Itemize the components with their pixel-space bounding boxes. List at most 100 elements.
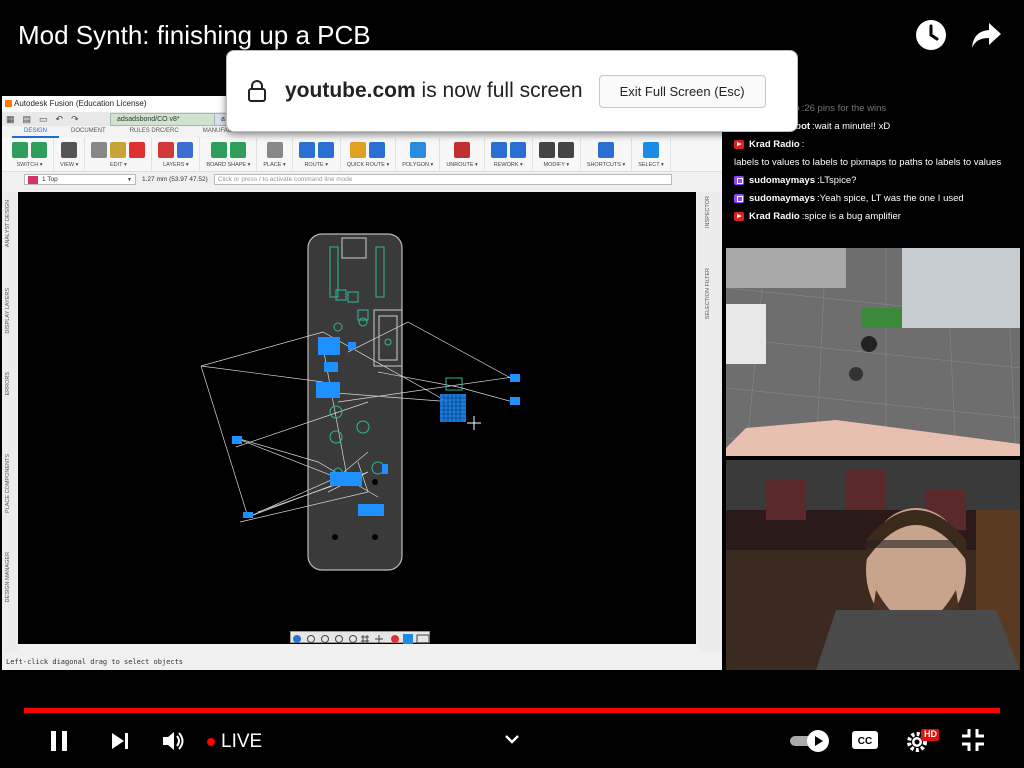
chat-author[interactable]: sudomaymays (749, 172, 815, 190)
volume-icon[interactable] (160, 728, 186, 754)
share-arrow-icon[interactable] (969, 18, 1003, 52)
streamer-camera-image (726, 460, 1020, 670)
toolbar-tool-icon[interactable] (158, 142, 175, 158)
grid-menu-icon[interactable]: ▦ (6, 114, 15, 125)
video-title[interactable]: Mod Synth: finishing up a PCB (18, 20, 371, 51)
quick-access-bar: ▦ ▤ ▭ ↶ ↷ (6, 114, 79, 125)
twitch-icon (734, 194, 744, 203)
toolbar-tool-icon[interactable] (369, 142, 386, 158)
toolbar-group[interactable]: MODIFY ▾ (533, 138, 581, 172)
toolbar-tool-icon[interactable] (598, 142, 614, 158)
chat-text: 26 pins for the wins (804, 103, 887, 114)
toolbar-tool-icon[interactable] (317, 142, 334, 158)
toolbar-tool-icon[interactable] (31, 142, 47, 158)
toolbar-tool-icon[interactable] (177, 142, 194, 158)
fullscreen-site: youtube.com (285, 79, 416, 102)
layer-selector[interactable]: 1 Top ▼ (24, 174, 136, 185)
autoplay-toggle-icon[interactable] (788, 728, 832, 754)
doc-tab-active[interactable]: adsadsbond/CO v8* (110, 113, 220, 126)
save-icon[interactable]: ▭ (39, 114, 48, 125)
toolbar-group[interactable]: POLYGON ▾ (396, 138, 441, 172)
view-controls-bar[interactable] (290, 631, 430, 644)
chat-text: Yeah spice, LT was the one I used (819, 193, 964, 204)
command-line-input[interactable]: Click or press / to activate command lin… (213, 174, 672, 185)
file-icon[interactable]: ▤ (23, 114, 32, 125)
toolbar-group[interactable]: EDIT ▾ (85, 138, 153, 172)
toolbar-tool-icon[interactable] (298, 142, 315, 158)
toolbar-group[interactable]: UNROUTE ▾ (440, 138, 485, 172)
progress-bar[interactable] (24, 708, 1000, 713)
toolbar-group[interactable]: SHORTCUTS ▾ (581, 138, 633, 172)
fullscreen-text: is now full screen (421, 79, 583, 102)
toolbar-tool-icon[interactable] (266, 142, 283, 158)
chat-author[interactable]: sudomaymays (749, 190, 815, 208)
toolbar-group-icons (12, 140, 47, 160)
undo-icon[interactable]: ↶ (56, 114, 64, 125)
captions-icon[interactable]: CC (851, 729, 879, 751)
toolbar-group[interactable]: QUICK ROUTE ▾ (341, 138, 397, 172)
toolbar-group[interactable]: PLACE ▾ (257, 138, 293, 172)
toolbar-group[interactable]: SWITCH ▾ (6, 138, 54, 172)
panel-errors[interactable]: ERRORS (5, 372, 11, 396)
next-icon[interactable] (108, 729, 132, 753)
streamer-camera-feed (726, 460, 1020, 670)
toolbar-tool-icon[interactable] (229, 142, 246, 158)
left-panel-rail: ANALYST DESIGN DISPLAY LAYERS ERRORS PLA… (2, 192, 18, 652)
chat-message: Krad Radio: labels to values to labels t… (726, 136, 1020, 172)
pcb-canvas[interactable] (18, 192, 696, 644)
toolbar-tool-icon[interactable] (12, 142, 28, 158)
command-row: 1 Top ▼ 1.27 mm (53.97 47.52) Click or p… (2, 172, 722, 187)
settings-icon[interactable]: HD (904, 727, 940, 755)
toolbar-tool-icon[interactable] (557, 142, 574, 158)
panel-inspector[interactable]: INSPECTOR (705, 196, 711, 228)
toolbar-tool-icon[interactable] (91, 142, 108, 158)
tab-document[interactable]: DOCUMENT (59, 126, 118, 138)
clock-icon[interactable] (914, 18, 948, 52)
workbench-camera-image (726, 248, 1020, 456)
toolbar-group-icons (350, 140, 386, 160)
exit-fullscreen-button[interactable]: Exit Full Screen (Esc) (598, 74, 766, 108)
toolbar-tool-icon[interactable] (129, 142, 146, 158)
toolbar-tool-icon[interactable] (409, 142, 426, 158)
status-bar: Left-click diagonal drag to select objec… (2, 656, 722, 670)
panel-design-manager[interactable]: DESIGN MANAGER (5, 552, 11, 602)
toolbar-group[interactable]: VIEW ▾ (54, 138, 86, 172)
toolbar-group-label: EDIT ▾ (110, 162, 127, 168)
toolbar-group-label: BOARD SHAPE ▾ (206, 162, 251, 168)
panel-display-layers[interactable]: DISPLAY LAYERS (5, 288, 11, 334)
exit-fullscreen-icon[interactable] (960, 727, 986, 753)
chat-author[interactable]: Krad Radio (749, 136, 800, 154)
toolbar-tool-icon[interactable] (110, 142, 127, 158)
toolbar-group[interactable]: BOARD SHAPE ▾ (200, 138, 258, 172)
tab-design[interactable]: DESIGN (12, 126, 60, 138)
toolbar-tool-icon[interactable] (210, 142, 227, 158)
tab-rules[interactable]: RULES DRC/ERC (118, 126, 191, 138)
pause-icon[interactable] (46, 728, 72, 754)
toolbar-group-icons (266, 140, 283, 160)
view-controls-icons (293, 634, 430, 644)
panel-selection-filter[interactable]: SELECTION FILTER (705, 268, 711, 319)
toolbar-tool-icon[interactable] (454, 142, 471, 158)
redo-icon[interactable]: ↷ (71, 114, 79, 125)
toolbar-tool-icon[interactable] (490, 142, 507, 158)
toolbar-tool-icon[interactable] (61, 142, 78, 158)
toolbar-group[interactable]: LAYERS ▾ (152, 138, 201, 172)
toolbar-group[interactable]: ROUTE ▾ (293, 138, 341, 172)
toolbar-group[interactable]: REWORK ▾ (485, 138, 533, 172)
chevron-down-icon[interactable] (502, 730, 522, 748)
board-outline (307, 233, 403, 571)
chat-message: sudomaymays: LTspice? (726, 172, 1020, 190)
toolbar-tool-icon[interactable] (538, 142, 555, 158)
toolbar-tool-icon[interactable] (509, 142, 526, 158)
toolbar-tool-icon[interactable] (350, 142, 367, 158)
toolbar-group[interactable]: SELECT ▾ (632, 138, 671, 172)
toolbar-tool-icon[interactable] (643, 142, 660, 158)
live-badge[interactable]: LIVE (207, 731, 262, 753)
chat-separator: : (801, 139, 805, 150)
chat-author[interactable]: Krad Radio (749, 208, 800, 226)
toolbar-group-icons (210, 140, 246, 160)
panel-analyst-design[interactable]: ANALYST DESIGN (5, 200, 11, 247)
panel-place-components[interactable]: PLACE COMPONENTS (5, 454, 11, 513)
toolbar-group-icons (409, 140, 426, 160)
toolbar-group-label: REWORK ▾ (493, 162, 523, 168)
